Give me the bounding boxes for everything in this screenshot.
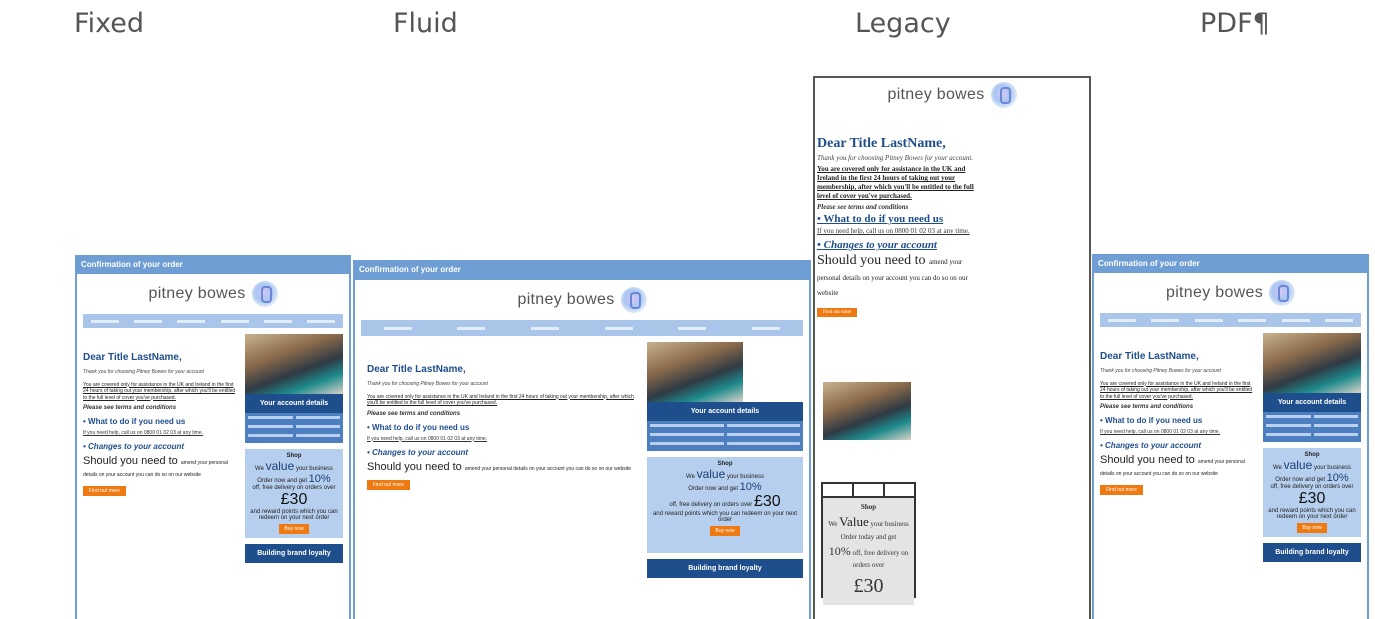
what-to-do-link[interactable]: What to do if you need us [817,213,1089,225]
help-text: If you need help, call us on 0800 01 02 … [817,227,970,236]
cover-text: You are covered only for assistance in t… [1100,380,1253,400]
terms-link[interactable]: Please see terms and conditions [83,405,239,411]
changes-link[interactable]: Changes to your account [367,448,641,457]
help-text: If you need help, call us on 0800 01 02 … [367,435,488,442]
account-details-grid [647,421,803,451]
thanks-text: Thank you for choosing Pitney Bowes for … [83,369,204,375]
greeting: Dear Title LastName, [817,136,946,151]
label-pdf: PDF¶ [1200,8,1270,39]
cover-text: You are covered only for assistance in t… [367,393,634,407]
buy-now-button[interactable]: Buy now [279,524,309,534]
terms-link[interactable]: Please see terms and conditions [1100,404,1257,410]
terms-link[interactable]: Please see terms and conditions [817,203,1089,211]
email-preview-fixed: Confirmation of your order pitney bowes … [75,255,351,619]
account-details-header: Your account details [1263,393,1361,412]
should-text: Should you need to amend your personal d… [1100,454,1245,478]
greeting: Dear Title LastName, [367,364,466,375]
label-fluid: Fluid [393,8,458,39]
brand-logo: pitney bowes [77,274,349,314]
nav-bar[interactable] [83,314,343,328]
account-details-grid [1263,412,1361,442]
what-to-do-link[interactable]: What to do if you need us [367,423,641,432]
nav-bar[interactable] [361,320,803,336]
promo-box: Shop We value your business Order now an… [245,449,343,538]
find-out-more-button[interactable]: Find out more [1100,485,1143,496]
promo-box: Shop We value your business Order now an… [1263,448,1361,537]
changes-link[interactable]: Changes to your account [1100,441,1257,450]
thanks-text: Thank you for choosing Pitney Bowes for … [817,154,974,162]
what-to-do-link[interactable]: What to do if you need us [83,417,239,426]
promo-table: Shop We Value your business Order today … [821,481,916,605]
thanks-text: Thank you for choosing Pitney Bowes for … [367,381,488,387]
find-out-more-button[interactable]: Find out more [367,479,410,490]
pb-logo-icon [620,287,647,313]
changes-link[interactable]: Changes to your account [817,239,1089,251]
header-bar: Confirmation of your order [75,255,351,274]
pb-logo-icon [1269,280,1295,306]
brand-logo: pitney bowes [1094,273,1367,313]
thanks-text: Thank you for choosing Pitney Bowes for … [1100,368,1221,374]
should-text: Should you need to amend your personal d… [367,460,632,473]
header-bar: Confirmation of your order [1092,254,1369,273]
buy-now-button[interactable]: Buy now [710,526,740,536]
pb-logo-icon [990,82,1017,108]
pb-logo-icon [251,281,278,307]
should-text: Should you need to amend your personal d… [817,253,968,298]
label-fixed: Fixed [74,8,144,39]
email-preview-legacy: pitney bowes Dear Title LastName, Thank … [813,76,1091,619]
cover-text: You are covered only for assistance in t… [83,381,236,401]
what-to-do-link[interactable]: What to do if you need us [1100,416,1257,425]
label-legacy: Legacy [855,8,951,39]
terms-link[interactable]: Please see terms and conditions [367,411,641,417]
loyalty-banner[interactable]: Building brand loyalty [245,544,343,563]
nav-bar[interactable] [1100,313,1361,327]
should-text: Should you need to amend your personal d… [83,455,228,479]
account-details-grid [245,413,343,443]
loyalty-banner[interactable]: Building brand loyalty [647,559,803,578]
header-bar: Confirmation of your order [353,260,811,280]
account-details-header: Your account details [647,402,803,421]
promo-cell: Shop We Value your business Order today … [823,497,914,605]
find-out-more-button[interactable]: Find out more [817,307,858,317]
loyalty-banner[interactable]: Building brand loyalty [1263,543,1361,562]
woman-photo [1263,333,1361,393]
woman-photo [647,342,743,402]
buy-now-button[interactable]: Buy now [1297,523,1327,533]
brand-logo: pitney bowes [815,78,1089,112]
changes-link[interactable]: Changes to your account [83,442,239,451]
email-preview-fluid: Confirmation of your order pitney bowes … [353,260,811,619]
find-out-more-button[interactable]: Find out more [83,486,126,497]
brand-logo: pitney bowes [355,280,809,320]
woman-photo [245,334,343,394]
promo-box: Shop We value your business Order now an… [647,457,803,553]
woman-photo [823,381,911,440]
greeting: Dear Title LastName, [1100,351,1199,362]
help-text: If you need help, call us on 0800 01 02 … [83,430,204,436]
email-preview-pdf: Confirmation of your order pitney bowes … [1092,254,1369,619]
account-details-header: Your account details [245,394,343,413]
greeting: Dear Title LastName, [83,352,182,363]
cover-text: You are covered only for assistance in t… [817,165,974,201]
help-text: If you need help, call us on 0800 01 02 … [1100,429,1221,435]
